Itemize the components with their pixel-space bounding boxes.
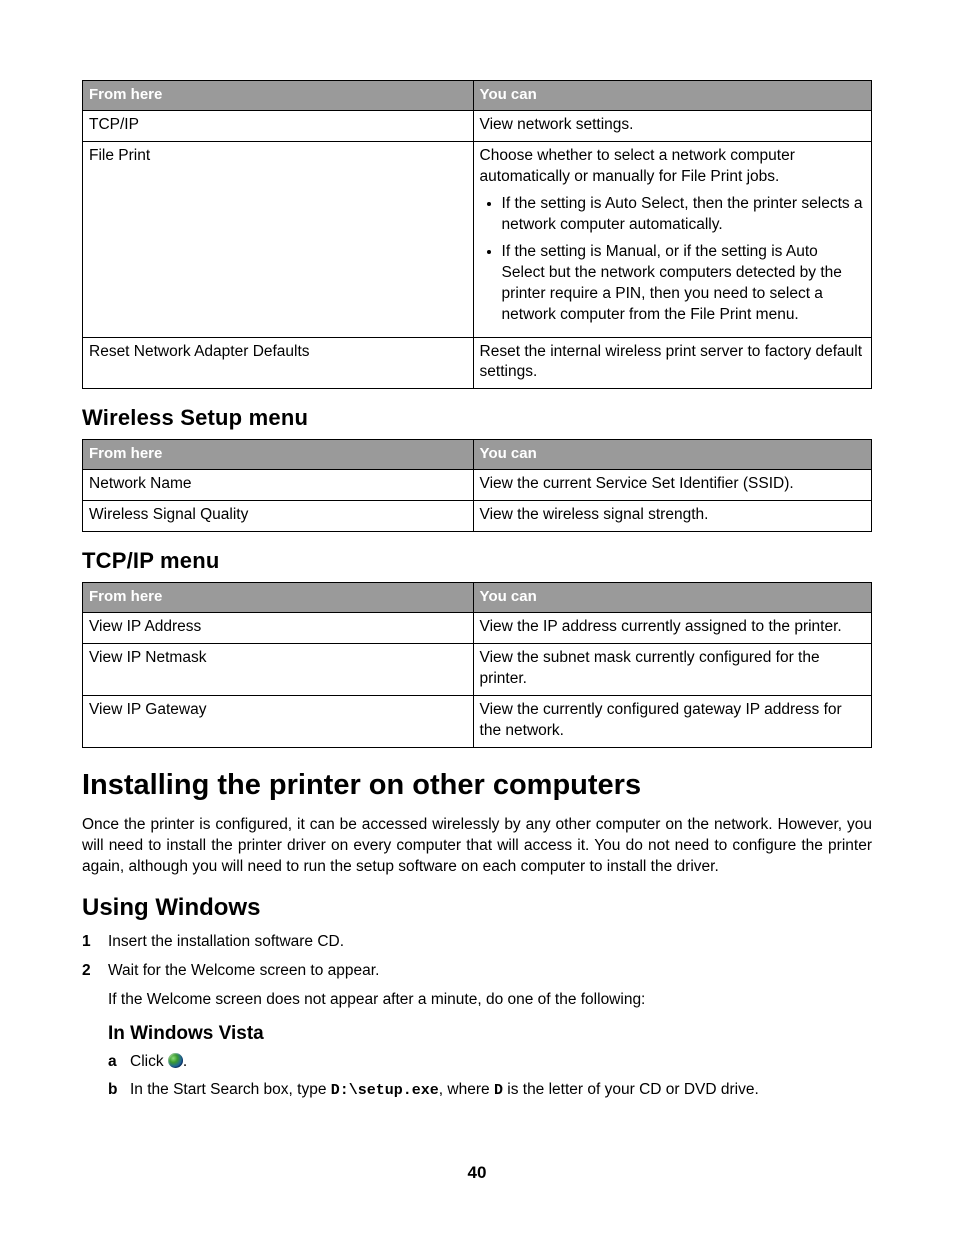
list-item: If the setting is Auto Select, then the … (502, 194, 865, 236)
windows-start-icon (168, 1053, 183, 1068)
tcpip-menu-table: From here You can View IP Address View t… (82, 582, 872, 748)
step-item: 1 Insert the installation software CD. (82, 932, 872, 953)
cell: View IP Gateway (83, 695, 474, 747)
step-text: In the Start Search box, type D:\setup.e… (130, 1081, 759, 1098)
step-note: If the Welcome screen does not appear af… (108, 990, 872, 1011)
table-row: Network Name View the current Service Se… (83, 470, 872, 501)
wireless-setup-table: From here You can Network Name View the … (82, 439, 872, 532)
table-row: TCP/IP View network settings. (83, 111, 872, 142)
intro-paragraph: Once the printer is configured, it can b… (82, 815, 872, 878)
cell: View the wireless signal strength. (473, 501, 871, 532)
alpha-steps: a Click . b In the Start Search box, typ… (108, 1052, 872, 1101)
cell: View the current Service Set Identifier … (473, 470, 871, 501)
cell: Wireless Signal Quality (83, 501, 474, 532)
table-row: Reset Network Adapter Defaults Reset the… (83, 337, 872, 389)
cell-bullet-list: If the setting is Auto Select, then the … (480, 194, 865, 326)
cell: File Print (83, 142, 474, 337)
cell: View IP Address (83, 613, 474, 644)
section-heading-vista: In Windows Vista (108, 1021, 872, 1047)
network-menu-table: From here You can TCP/IP View network se… (82, 80, 872, 389)
cell: Choose whether to select a network compu… (473, 142, 871, 337)
cell-text: Choose whether to select a network compu… (480, 146, 865, 188)
table-header: You can (473, 440, 871, 470)
section-heading-wireless: Wireless Setup menu (82, 403, 872, 433)
table-header: You can (473, 582, 871, 612)
section-heading-tcpip: TCP/IP menu (82, 546, 872, 576)
cell: Reset Network Adapter Defaults (83, 337, 474, 389)
cell: Reset the internal wireless print server… (473, 337, 871, 389)
cell: TCP/IP (83, 111, 474, 142)
table-header: From here (83, 440, 474, 470)
table-header: From here (83, 81, 474, 111)
step-marker: 2 (82, 961, 91, 982)
page-number: 40 (82, 1162, 872, 1185)
cell: View IP Netmask (83, 644, 474, 696)
step-item: 2 Wait for the Welcome screen to appear. (82, 961, 872, 982)
table-row: View IP Netmask View the subnet mask cur… (83, 644, 872, 696)
table-header: From here (83, 582, 474, 612)
cell: Network Name (83, 470, 474, 501)
code-text: D (494, 1082, 503, 1099)
step-text: Click . (130, 1053, 187, 1070)
cell: View the currently configured gateway IP… (473, 695, 871, 747)
table-header: You can (473, 81, 871, 111)
step-marker: a (108, 1052, 117, 1073)
step-marker: b (108, 1080, 117, 1101)
table-row: File Print Choose whether to select a ne… (83, 142, 872, 337)
cell: View network settings. (473, 111, 871, 142)
table-row: View IP Address View the IP address curr… (83, 613, 872, 644)
step-item: b In the Start Search box, type D:\setup… (108, 1080, 872, 1101)
cell: View the subnet mask currently configure… (473, 644, 871, 696)
numbered-steps: 1 Insert the installation software CD. 2… (82, 932, 872, 982)
list-item: If the setting is Manual, or if the sett… (502, 242, 865, 326)
cell: View the IP address currently assigned t… (473, 613, 871, 644)
code-text: D:\setup.exe (331, 1082, 439, 1099)
step-text: Insert the installation software CD. (108, 933, 344, 950)
step-text: Wait for the Welcome screen to appear. (108, 962, 379, 979)
step-marker: 1 (82, 932, 91, 953)
section-heading-windows: Using Windows (82, 892, 872, 924)
table-row: View IP Gateway View the currently confi… (83, 695, 872, 747)
table-row: Wireless Signal Quality View the wireles… (83, 501, 872, 532)
main-heading: Installing the printer on other computer… (82, 766, 872, 805)
step-item: a Click . (108, 1052, 872, 1073)
